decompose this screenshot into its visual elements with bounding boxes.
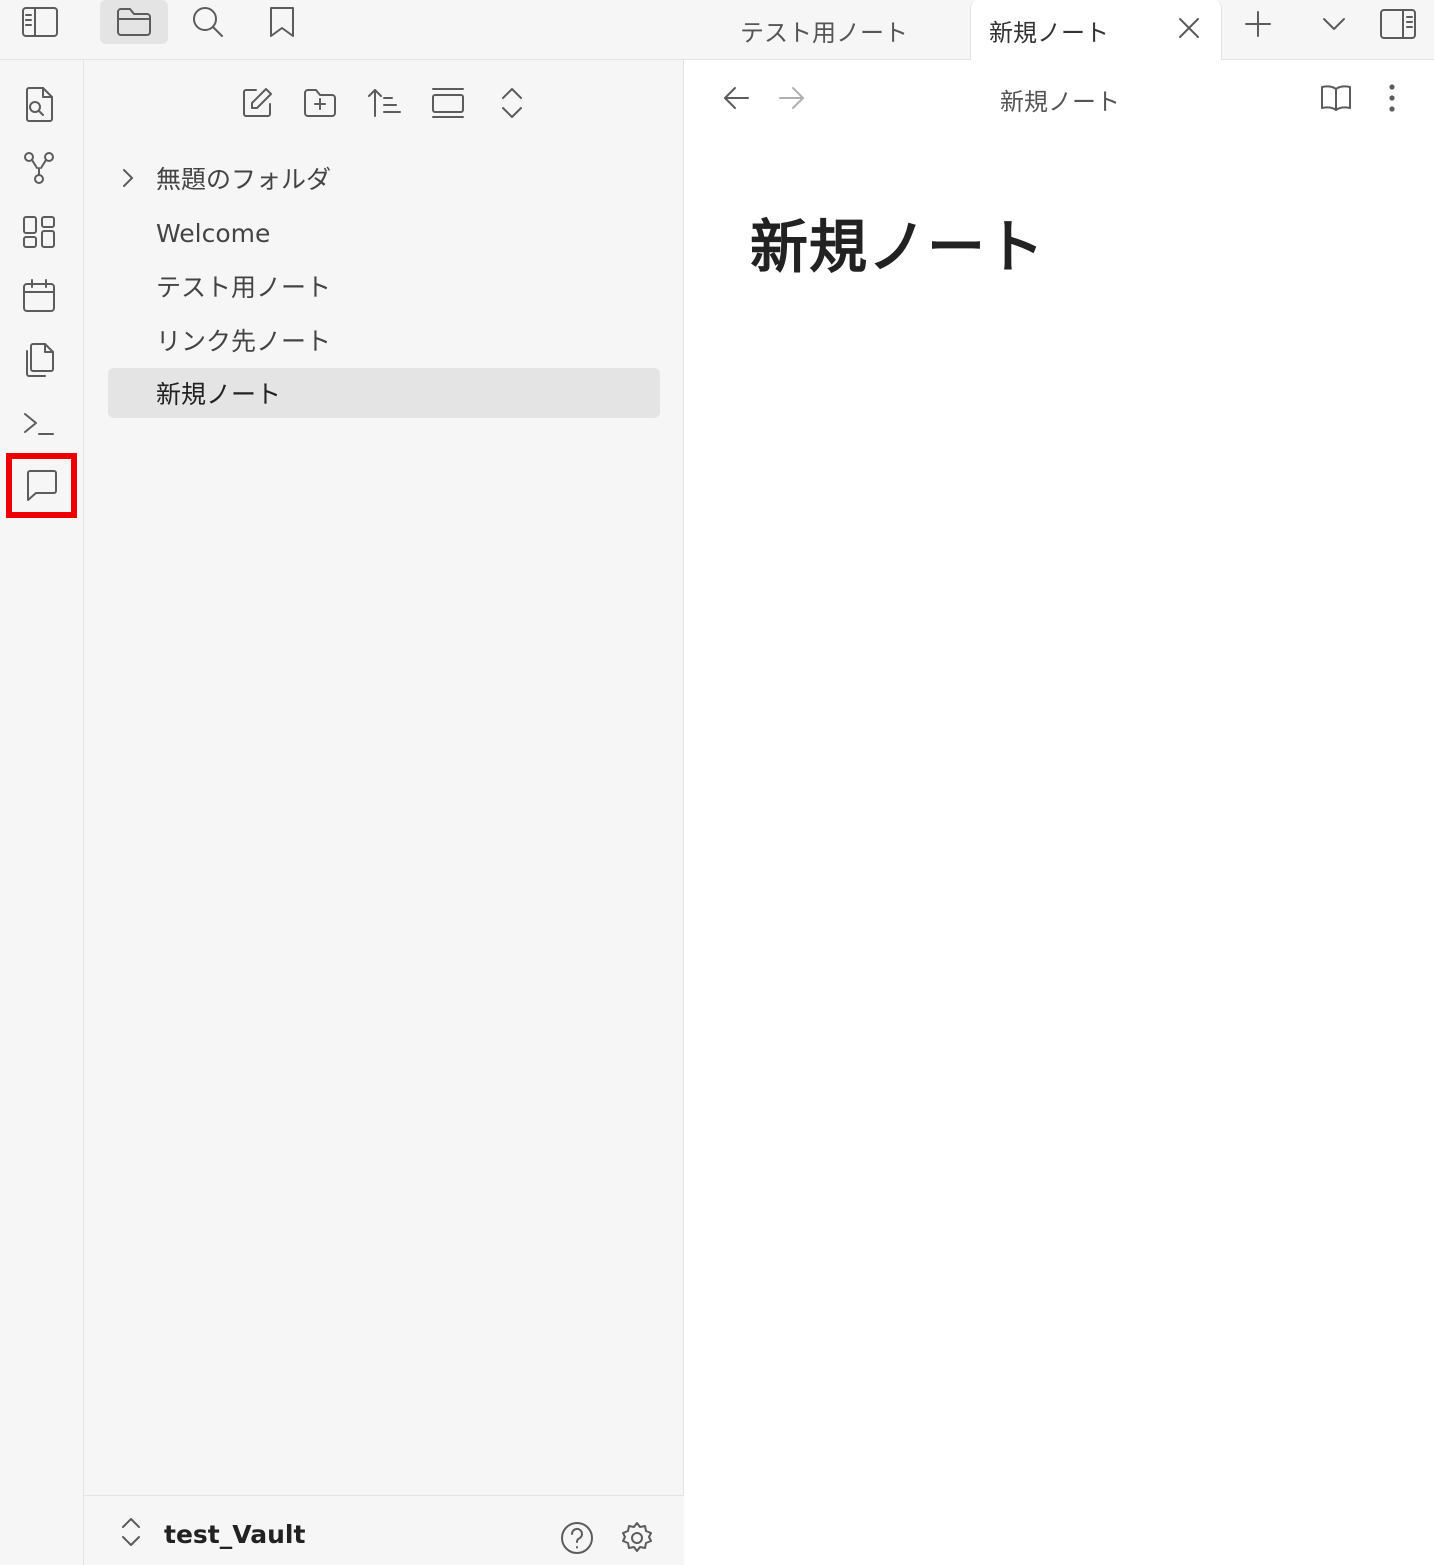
new-tab-icon[interactable] — [1228, 0, 1288, 48]
view-header-title[interactable]: 新規ノート — [1000, 82, 1120, 117]
vault-name[interactable]: test_Vault — [164, 1520, 305, 1549]
collapse-icon[interactable] — [423, 78, 473, 128]
canvas-icon[interactable] — [8, 206, 70, 258]
file-explorer: 無題のフォルダ Welcome テスト用ノート リンク先ノート 新規ノート te… — [84, 60, 684, 1565]
settings-gear-icon[interactable] — [620, 1521, 654, 1555]
tab-bar: テスト用ノート 新規ノート — [684, 0, 1434, 61]
reading-view-book-icon[interactable] — [1311, 76, 1361, 120]
bookmark-icon[interactable] — [248, 0, 316, 44]
tab-label: 新規ノート — [989, 19, 1109, 47]
vault-bar: test_Vault — [84, 1495, 684, 1565]
note-title[interactable]: 新規ノート — [750, 200, 1045, 284]
terminal-icon[interactable] — [8, 398, 70, 450]
chevron-right-icon — [118, 166, 138, 190]
back-arrow-icon[interactable] — [711, 76, 761, 120]
left-top-toolbar — [0, 0, 684, 60]
tree-item-label: 無題のフォルダ — [156, 165, 332, 194]
tree-file-item[interactable]: テスト用ノート — [108, 261, 660, 311]
copy-icon[interactable] — [8, 334, 70, 386]
forward-arrow-icon[interactable] — [767, 76, 817, 120]
tree-file-item-active[interactable]: 新規ノート — [108, 368, 660, 418]
tree-item-label: リンク先ノート — [156, 327, 332, 356]
tab-new-note[interactable]: 新規ノート — [970, 0, 1222, 61]
help-icon[interactable] — [560, 1521, 594, 1555]
graph-icon[interactable] — [8, 142, 70, 194]
tree-file-item[interactable]: Welcome — [108, 208, 660, 258]
sort-icon[interactable] — [359, 78, 409, 128]
editor-pane: 新規ノート 新規ノート — [684, 60, 1434, 1565]
folder-icon[interactable] — [100, 0, 168, 44]
tree-item-label: Welcome — [156, 218, 271, 248]
new-folder-icon[interactable] — [295, 78, 345, 128]
vault-switcher-icon[interactable] — [118, 1516, 144, 1548]
quick-switch-icon[interactable] — [8, 78, 70, 130]
more-options-icon[interactable] — [1367, 76, 1417, 120]
expand-icon[interactable] — [487, 78, 537, 128]
tree-item-label: 新規ノート — [156, 380, 282, 409]
tree-folder-item[interactable]: 無題のフォルダ — [108, 153, 660, 203]
search-icon[interactable] — [174, 0, 242, 44]
tab-test-note[interactable]: テスト用ノート — [684, 0, 970, 60]
right-sidebar-toggle-icon[interactable] — [1368, 0, 1428, 48]
tab-label: テスト用ノート — [740, 18, 908, 47]
chat-icon[interactable] — [6, 453, 77, 518]
ribbon — [0, 60, 84, 1565]
tree-file-item[interactable]: リンク先ノート — [108, 315, 660, 365]
tree-item-label: テスト用ノート — [156, 273, 332, 302]
chevron-down-icon[interactable] — [1304, 0, 1364, 48]
new-note-icon[interactable] — [232, 78, 282, 128]
sidebar-toggle-icon[interactable] — [6, 0, 74, 44]
calendar-icon[interactable] — [8, 270, 70, 322]
close-icon[interactable] — [1175, 14, 1203, 42]
explorer-toolbar — [84, 78, 684, 128]
